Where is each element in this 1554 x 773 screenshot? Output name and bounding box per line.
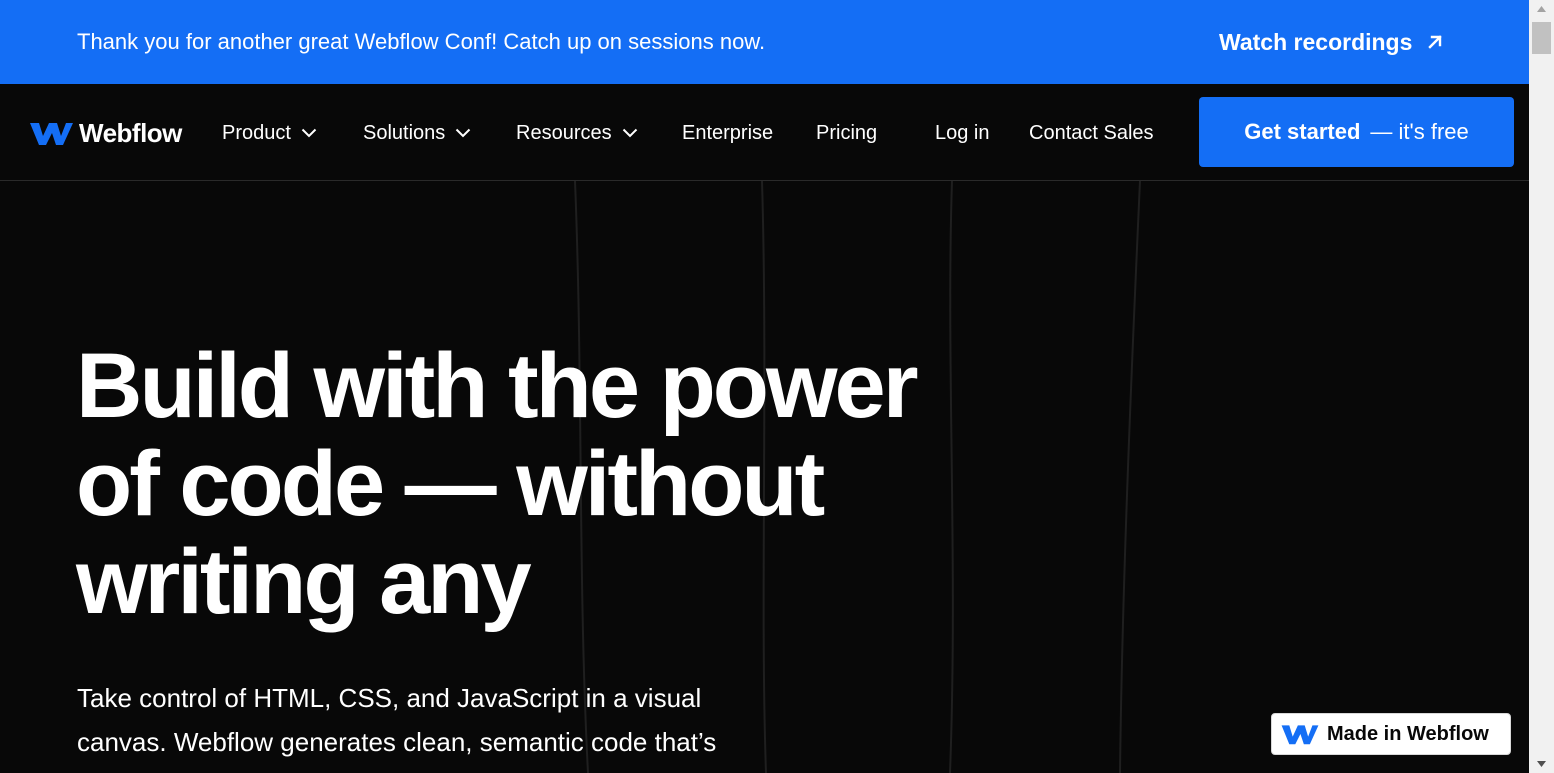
hero-title-line: Build with the power	[76, 335, 919, 437]
login-link[interactable]: Log in	[935, 118, 990, 148]
nav-item-pricing[interactable]: Pricing	[816, 118, 877, 148]
nav-item-enterprise[interactable]: Enterprise	[682, 118, 773, 148]
get-started-button[interactable]: Get started — it's free	[1199, 97, 1514, 167]
nav-item-label: Pricing	[816, 121, 878, 144]
webflow-logo-icon	[1281, 725, 1319, 745]
made-in-webflow-badge[interactable]: Made in Webflow	[1271, 713, 1511, 755]
webflow-logo-icon	[30, 123, 73, 145]
chevron-down-icon	[622, 128, 637, 138]
nav-item-label: Solutions	[363, 121, 446, 144]
badge-label: Made in Webflow	[1327, 722, 1489, 745]
scroll-up-arrow-icon[interactable]	[1529, 0, 1554, 18]
hero-subtitle-line: canvas. Webflow generates clean, semanti…	[77, 727, 717, 757]
nav-item-resources[interactable]: Resources	[516, 118, 638, 148]
logo-text: Webflow	[79, 117, 182, 148]
nav-item-solutions[interactable]: Solutions	[363, 118, 471, 148]
page-scrollbar[interactable]	[1529, 0, 1554, 773]
page: Thank you for another great Webflow Conf…	[0, 0, 1529, 773]
watch-recordings-label: Watch recordings	[1219, 28, 1413, 55]
get-started-suffix: — it's free	[1370, 119, 1469, 144]
chevron-down-icon	[301, 128, 317, 138]
chevron-down-icon	[456, 128, 471, 138]
hero-subtitle: Take control of HTML, CSS, and JavaScrip…	[77, 676, 837, 764]
contact-sales-label: Contact Sales	[1029, 121, 1154, 144]
nav-item-label: Product	[222, 121, 291, 144]
webflow-logo[interactable]: Webflow	[30, 118, 182, 148]
nav-item-label: Enterprise	[682, 121, 774, 144]
nav-item-label: Resources	[516, 121, 612, 144]
hero-title-line: writing any	[76, 531, 532, 633]
watch-recordings-link[interactable]: Watch recordings	[1219, 26, 1444, 58]
nav-item-product[interactable]: Product	[222, 118, 317, 148]
hero-subtitle-line: Take control of HTML, CSS, and JavaScrip…	[77, 683, 702, 713]
scroll-down-arrow-icon[interactable]	[1529, 755, 1554, 773]
arrow-up-right-icon	[1428, 35, 1443, 49]
hero-title-line: of code — without	[76, 433, 825, 535]
get-started-label: Get started	[1244, 119, 1361, 144]
announcement-text: Thank you for another great Webflow Conf…	[77, 29, 766, 54]
login-label: Log in	[935, 121, 990, 144]
announcement-bar: Thank you for another great Webflow Conf…	[0, 0, 1529, 84]
scrollbar-thumb[interactable]	[1532, 22, 1551, 54]
main-nav: Webflow Product Solutions Resources Ente…	[0, 84, 1529, 181]
hero-title: Build with the power of code — without w…	[76, 337, 976, 631]
contact-sales-link[interactable]: Contact Sales	[1029, 118, 1154, 148]
